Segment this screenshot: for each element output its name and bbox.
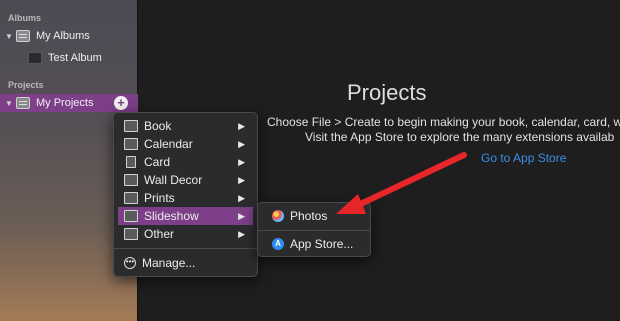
book-icon xyxy=(124,120,138,132)
submenu-arrow-icon: ▶ xyxy=(238,156,245,167)
app-store-icon: A xyxy=(272,238,284,250)
menu-item-label: App Store... xyxy=(290,237,354,251)
menu-item-label: Slideshow xyxy=(144,209,199,223)
add-project-icon[interactable]: + xyxy=(114,96,128,110)
ellipsis-icon: ••• xyxy=(124,257,136,269)
sidebar-item-label: Test Album xyxy=(48,52,102,64)
submenu-arrow-icon: ▶ xyxy=(238,192,245,203)
submenu-arrow-icon: ▶ xyxy=(238,210,245,221)
submenu-arrow-icon: ▶ xyxy=(238,120,245,131)
disclosure-triangle-icon[interactable]: ▼ xyxy=(5,99,13,108)
menu-item-manage[interactable]: ••• Manage... xyxy=(118,254,253,272)
menu-separator xyxy=(258,230,370,231)
sidebar-item-my-projects[interactable]: ▼ My Projects + xyxy=(0,94,138,112)
page-title: Projects xyxy=(347,80,427,105)
menu-item-book[interactable]: Book ▶ xyxy=(118,117,253,135)
sidebar-item-label: My Projects xyxy=(36,97,94,109)
menu-item-label: Prints xyxy=(144,191,175,205)
menu-item-label: Calendar xyxy=(144,137,193,151)
sidebar-item-label: My Albums xyxy=(36,30,90,42)
submenu-arrow-icon: ▶ xyxy=(238,174,245,185)
menu-item-card[interactable]: Card ▶ xyxy=(118,153,253,171)
album-thumbnail-icon xyxy=(28,52,42,64)
slideshow-submenu: Photos A App Store... xyxy=(257,202,371,257)
other-icon xyxy=(124,228,138,240)
menu-item-label: Wall Decor xyxy=(144,173,203,187)
menu-item-other[interactable]: Other ▶ xyxy=(118,225,253,243)
menu-item-label: Book xyxy=(144,119,172,133)
menu-item-label: Other xyxy=(144,227,175,241)
menu-item-label: Manage... xyxy=(142,256,196,270)
section-header-albums: Albums xyxy=(8,13,42,23)
card-icon xyxy=(126,156,136,168)
submenu-arrow-icon: ▶ xyxy=(238,138,245,149)
submenu-arrow-icon: ▶ xyxy=(238,228,245,239)
sidebar-item-test-album[interactable]: Test Album xyxy=(0,49,138,67)
sidebar-item-my-albums[interactable]: ▼ My Albums xyxy=(0,27,138,45)
instructions-line-1: Choose File > Create to begin making you… xyxy=(267,115,620,129)
create-project-menu: Book ▶ Calendar ▶ Card ▶ Wall Decor ▶ Pr… xyxy=(113,112,258,277)
menu-item-label: Card xyxy=(144,155,171,169)
prints-icon xyxy=(124,192,138,204)
submenu-item-app-store[interactable]: A App Store... xyxy=(262,235,366,253)
instructions-line-2: Visit the App Store to explore the many … xyxy=(305,130,615,144)
photos-app-icon xyxy=(272,210,284,222)
calendar-icon xyxy=(124,138,138,150)
wall-decor-icon xyxy=(124,174,138,186)
folder-icon xyxy=(16,97,30,109)
menu-item-label: Photos xyxy=(290,209,328,223)
disclosure-triangle-icon[interactable]: ▼ xyxy=(5,32,13,41)
slideshow-icon xyxy=(124,210,138,222)
folder-icon xyxy=(16,30,30,42)
menu-item-wall-decor[interactable]: Wall Decor ▶ xyxy=(118,171,253,189)
menu-item-prints[interactable]: Prints ▶ xyxy=(118,189,253,207)
go-to-app-store-link[interactable]: Go to App Store xyxy=(481,151,566,165)
menu-item-calendar[interactable]: Calendar ▶ xyxy=(118,135,253,153)
submenu-item-photos[interactable]: Photos xyxy=(262,207,366,225)
menu-item-slideshow[interactable]: Slideshow ▶ xyxy=(118,207,253,225)
section-header-projects: Projects xyxy=(8,80,44,90)
menu-separator xyxy=(114,248,257,249)
